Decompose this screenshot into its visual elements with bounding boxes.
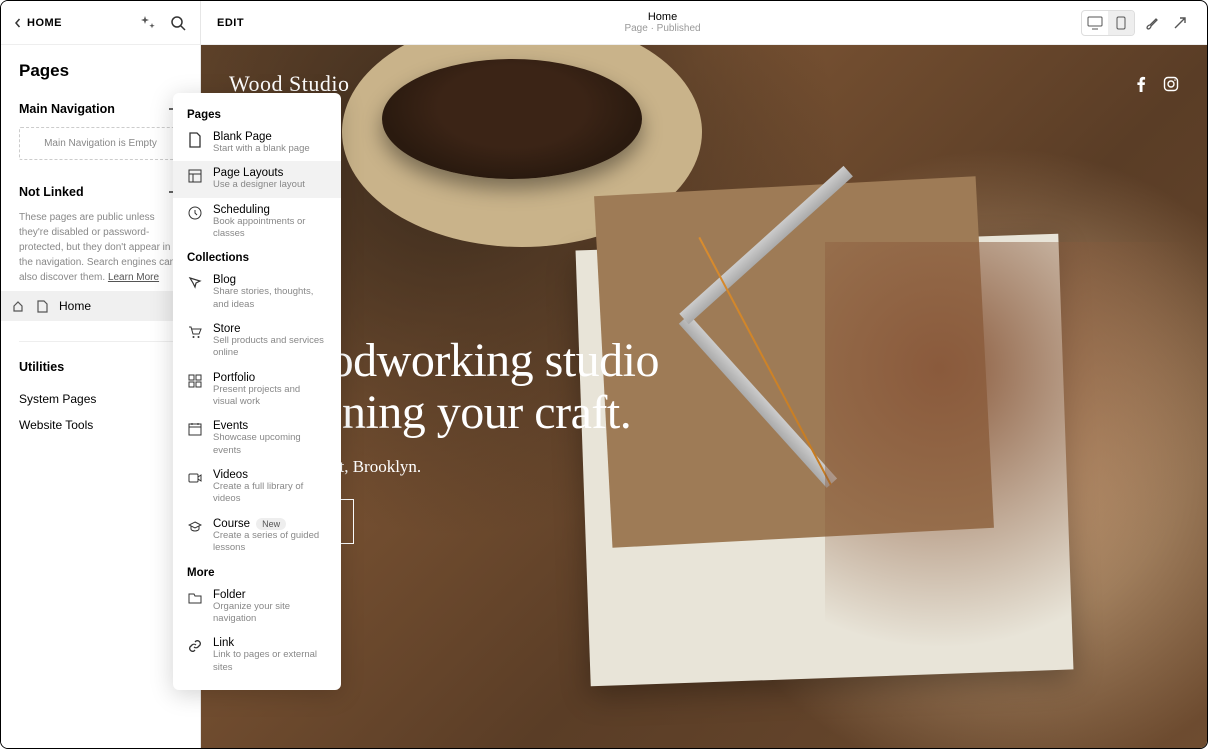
flyout-item-title: Portfolio — [213, 372, 327, 384]
search-icon — [170, 15, 186, 31]
main-nav-heading: Main Navigation — [19, 102, 115, 116]
back-button[interactable]: HOME — [13, 17, 62, 29]
video-icon — [187, 470, 203, 486]
flyout-item-title: Blank Page — [213, 131, 310, 143]
chevron-left-icon — [13, 18, 23, 28]
flyout-item-subtitle: Create a series of guided lessons — [213, 530, 327, 555]
page-title: Home — [624, 11, 700, 23]
divider — [19, 341, 182, 342]
flyout-item-course[interactable]: CourseNewCreate a series of guided lesso… — [173, 512, 341, 561]
page-label: Home — [59, 299, 91, 313]
flyout-item-title: Events — [213, 420, 327, 432]
topbar: EDIT Home Page · Published — [201, 1, 1207, 45]
flyout-item-events[interactable]: EventsShowcase upcoming events — [173, 414, 341, 463]
back-label: HOME — [27, 17, 62, 29]
search-button[interactable] — [168, 13, 188, 33]
desktop-view-button[interactable] — [1082, 11, 1108, 35]
brush-icon — [1144, 15, 1160, 31]
flyout-item-subtitle: Create a full library of videos — [213, 481, 327, 506]
folder-icon — [187, 590, 203, 606]
flyout-item-videos[interactable]: VideosCreate a full library of videos — [173, 463, 341, 512]
grid-icon — [187, 373, 203, 389]
utilities-heading: Utilities — [19, 360, 182, 374]
main: EDIT Home Page · Published — [201, 1, 1207, 748]
calendar-icon — [187, 421, 203, 437]
flyout-group-header: Collections — [173, 246, 341, 268]
blog-icon — [187, 275, 203, 291]
page-row-home[interactable]: Home — [1, 291, 200, 321]
page-status: Page · Published — [624, 23, 700, 34]
flyout-item-store[interactable]: StoreSell products and services online — [173, 317, 341, 366]
page-icon — [35, 299, 49, 313]
desktop-icon — [1087, 16, 1103, 30]
course-icon — [187, 519, 203, 535]
home-icon — [11, 299, 25, 313]
flyout-item-subtitle: Start with a blank page — [213, 143, 310, 155]
expand-button[interactable] — [1169, 12, 1191, 34]
mobile-view-button[interactable] — [1108, 11, 1134, 35]
main-nav-empty: Main Navigation is Empty — [19, 127, 182, 160]
instagram-icon[interactable] — [1163, 76, 1179, 92]
device-switch — [1081, 10, 1135, 36]
site-preview[interactable]: Wood Studio A woodworking studio for hon… — [201, 45, 1207, 748]
system-pages-link[interactable]: System Pages — [19, 386, 182, 412]
flyout-item-folder[interactable]: FolderOrganize your site navigation — [173, 583, 341, 632]
flyout-item-subtitle: Book appointments or classes — [213, 216, 327, 241]
flyout-item-subtitle: Present projects and visual work — [213, 384, 327, 409]
not-linked-description: These pages are public unless they're di… — [19, 210, 182, 285]
clock-icon — [187, 205, 203, 221]
flyout-item-portfolio[interactable]: PortfolioPresent projects and visual wor… — [173, 366, 341, 415]
expand-icon — [1173, 16, 1187, 30]
flyout-item-subtitle: Organize your site navigation — [213, 601, 327, 626]
flyout-item-title: Store — [213, 323, 327, 335]
flyout-item-subtitle: Sell products and services online — [213, 335, 327, 360]
flyout-item-blank-page[interactable]: Blank PageStart with a blank page — [173, 125, 341, 161]
blank-page-icon — [187, 132, 203, 148]
topbar-center: Home Page · Published — [624, 11, 700, 34]
site-header: Wood Studio — [229, 71, 1179, 97]
website-tools-link[interactable]: Website Tools — [19, 412, 182, 438]
not-linked-heading: Not Linked — [19, 185, 84, 199]
flyout-item-subtitle: Link to pages or external sites — [213, 649, 327, 674]
flyout-group-header: Pages — [173, 103, 341, 125]
flyout-item-scheduling[interactable]: SchedulingBook appointments or classes — [173, 198, 341, 247]
edit-button[interactable]: EDIT — [217, 17, 244, 29]
flyout-item-title: Folder — [213, 589, 327, 601]
sparkle-icon — [140, 15, 156, 31]
flyout-group-header: More — [173, 561, 341, 583]
cart-icon — [187, 324, 203, 340]
facebook-icon[interactable] — [1133, 76, 1149, 92]
flyout-item-blog[interactable]: BlogShare stories, thoughts, and ideas — [173, 268, 341, 317]
flyout-item-title: Page Layouts — [213, 167, 305, 179]
flyout-item-title: Videos — [213, 469, 327, 481]
styles-button[interactable] — [1141, 12, 1163, 34]
flyout-item-subtitle: Share stories, thoughts, and ideas — [213, 286, 327, 311]
social-links — [1133, 76, 1179, 92]
new-badge: New — [256, 518, 286, 530]
sidebar: HOME Pages Main Navigation Main Navigati… — [1, 1, 201, 748]
ai-sparkle-button[interactable] — [138, 13, 158, 33]
learn-more-link[interactable]: Learn More — [108, 272, 159, 283]
sidebar-title: Pages — [19, 61, 182, 81]
add-page-flyout: PagesBlank PageStart with a blank pagePa… — [173, 93, 341, 690]
flyout-item-title: CourseNew — [213, 518, 327, 530]
flyout-item-title: Blog — [213, 274, 327, 286]
flyout-item-subtitle: Showcase upcoming events — [213, 432, 327, 457]
flyout-item-title: Scheduling — [213, 204, 327, 216]
layout-icon — [187, 168, 203, 184]
link-icon — [187, 638, 203, 654]
sidebar-top: HOME — [1, 1, 200, 45]
mobile-icon — [1116, 16, 1126, 30]
flyout-item-link[interactable]: LinkLink to pages or external sites — [173, 631, 341, 680]
flyout-item-subtitle: Use a designer layout — [213, 179, 305, 191]
flyout-item-page-layouts[interactable]: Page LayoutsUse a designer layout — [173, 161, 341, 197]
flyout-item-title: Link — [213, 637, 327, 649]
